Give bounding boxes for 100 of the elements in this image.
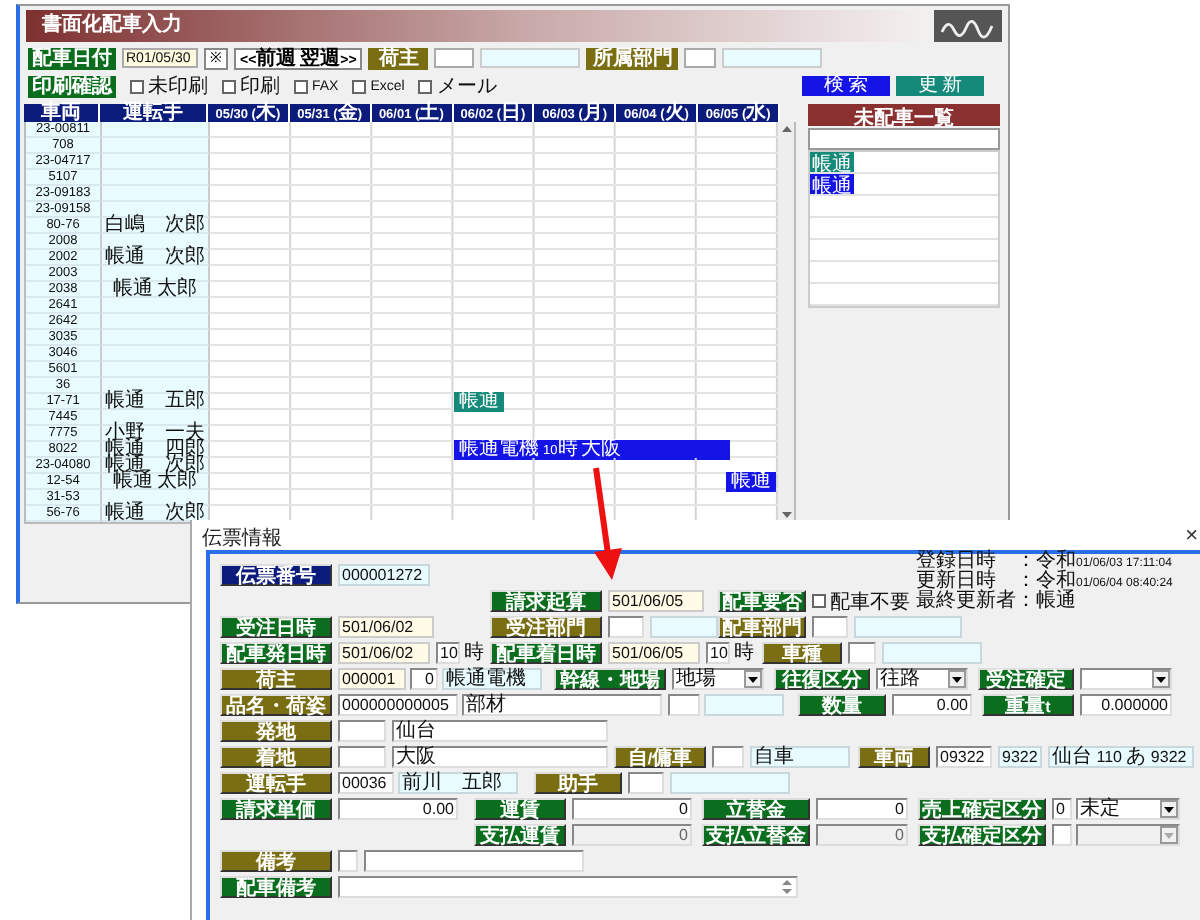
window-title: 書面化配車入力 <box>26 10 928 42</box>
input-field[interactable]: 000001 <box>338 668 406 690</box>
field-label: 配車着日時 <box>490 642 602 664</box>
field-label: 立替金 <box>702 798 810 820</box>
schedule-lane[interactable] <box>210 458 778 474</box>
field-label: 伝票番号 <box>220 564 332 586</box>
input-field[interactable] <box>338 720 386 742</box>
field-label: 配車発日時 <box>220 642 332 664</box>
schedule-lane[interactable] <box>210 426 778 442</box>
input-field[interactable]: 10 <box>436 642 460 664</box>
checkbox-option[interactable]: 印刷 <box>222 75 280 97</box>
input-field[interactable]: 10 <box>706 642 730 664</box>
input-field[interactable] <box>722 48 823 68</box>
input-field[interactable]: 0 <box>816 798 908 820</box>
input-field[interactable]: 帳通電機 <box>442 668 542 690</box>
input-field[interactable]: 000000000005 <box>338 694 458 716</box>
input-field[interactable]: 0 <box>1052 798 1072 820</box>
checkbox-option[interactable]: 配車不要 <box>812 590 912 612</box>
field-label: 配車部門 <box>718 616 806 638</box>
close-button[interactable]: × <box>1185 523 1198 547</box>
field-label: 受注部門 <box>490 616 602 638</box>
action-button[interactable]: 検 索 <box>802 76 890 96</box>
scroll-up-icon[interactable] <box>779 124 793 134</box>
checkbox-option[interactable]: メール <box>418 75 497 97</box>
caret-icon <box>1160 826 1178 844</box>
field-label: 支払立替金 <box>702 824 810 846</box>
input-field[interactable] <box>628 772 664 794</box>
dropdown-field[interactable] <box>1076 824 1180 846</box>
field-label: 受注確定 <box>978 668 1074 690</box>
field-label: 車種 <box>762 642 842 664</box>
input-field[interactable]: 部材 <box>462 694 662 716</box>
memo-field[interactable] <box>338 876 798 898</box>
unit-text: 時 <box>464 642 484 664</box>
field-label: 請求単価 <box>220 798 332 820</box>
unassigned-item[interactable]: 帳通 <box>810 152 854 172</box>
input-field[interactable]: 00036 <box>338 772 394 794</box>
caret-icon <box>1160 800 1178 818</box>
input-field[interactable] <box>684 48 717 68</box>
field-label: 所属部門 <box>586 47 679 69</box>
input-field[interactable]: 前川 五郎 <box>398 772 518 794</box>
driver-cell: 小野 一夫 <box>102 426 210 442</box>
field-label: 幹線・地場 <box>554 668 666 690</box>
input-field[interactable]: 0.00 <box>892 694 972 716</box>
input-field[interactable] <box>848 642 876 664</box>
input-field[interactable]: 9322 <box>998 746 1042 768</box>
input-field[interactable]: 501/06/05 <box>608 590 704 612</box>
driver-cell: 帳通 太郎 <box>102 282 210 298</box>
panel-header: 未配車一覧 <box>808 104 1000 126</box>
input-field[interactable]: 501/06/02 <box>338 642 430 664</box>
field-label: 配車日付 <box>28 47 116 69</box>
driver-cell: 帳通 四郎 <box>102 442 210 458</box>
input-field[interactable] <box>812 616 848 638</box>
input-field[interactable]: 0 <box>572 798 692 820</box>
input-field[interactable] <box>668 694 700 716</box>
dialog-title: 伝票情報 <box>202 525 282 553</box>
input-field[interactable]: 0 <box>572 824 692 846</box>
driver-cell: 帳通 次郎 <box>102 250 210 266</box>
input-field[interactable] <box>712 746 744 768</box>
input-field[interactable]: 09322 <box>936 746 992 768</box>
action-button[interactable]: 更 新 <box>896 76 984 96</box>
input-field[interactable]: 0.000000 <box>1080 694 1172 716</box>
dropdown-field[interactable] <box>1080 668 1172 690</box>
dropdown-field[interactable]: 往路 <box>876 668 968 690</box>
input-field[interactable] <box>1052 824 1072 846</box>
driver-cell: 白嶋 次郎 <box>102 218 210 234</box>
input-field[interactable]: 0 <box>816 824 908 846</box>
input-field[interactable] <box>338 746 386 768</box>
input-field[interactable] <box>338 850 358 872</box>
dropdown-field[interactable]: 未定 <box>1076 798 1180 820</box>
input-field[interactable] <box>608 616 644 638</box>
input-field[interactable]: 501/06/05 <box>608 642 700 664</box>
field-label: 配車備考 <box>220 876 332 898</box>
input-field[interactable]: 501/06/02 <box>338 616 434 638</box>
field-label: 備考 <box>220 850 332 872</box>
field-label: 支払運賃 <box>474 824 566 846</box>
field-label: 支払確定区分 <box>918 824 1046 846</box>
input-field[interactable]: 仙台 <box>392 720 608 742</box>
input-field[interactable]: 000001272 <box>338 564 430 586</box>
column-header: 運転手 <box>100 104 208 122</box>
input-field[interactable]: 自車 <box>750 746 850 768</box>
dropdown-field[interactable]: 地場 <box>672 668 764 690</box>
field-label: 往復区分 <box>774 668 870 690</box>
field-label: 荷主 <box>220 668 332 690</box>
input-field[interactable] <box>434 48 475 68</box>
schedule-lane[interactable] <box>210 490 778 506</box>
input-field[interactable]: 0 <box>410 668 438 690</box>
input-field[interactable] <box>808 128 1000 150</box>
input-field[interactable] <box>364 850 584 872</box>
input-field[interactable]: 0.00 <box>338 798 458 820</box>
unassigned-item[interactable]: 帳通 <box>810 174 854 194</box>
input-field[interactable]: 大阪 <box>392 746 608 768</box>
input-field[interactable]: 仙台 110 あ 9322 <box>1048 746 1194 768</box>
driver-cell: 帳通 次郎 <box>102 506 210 522</box>
field-label: 数量 <box>798 694 886 716</box>
scrollbar[interactable] <box>778 122 794 522</box>
checkbox-option[interactable]: 未印刷 <box>130 75 208 97</box>
field-label: 自/傭車 <box>614 746 706 768</box>
logo-badge <box>934 10 1002 42</box>
input-field[interactable] <box>480 48 581 68</box>
driver-cell: 帳通 五郎 <box>102 394 210 410</box>
